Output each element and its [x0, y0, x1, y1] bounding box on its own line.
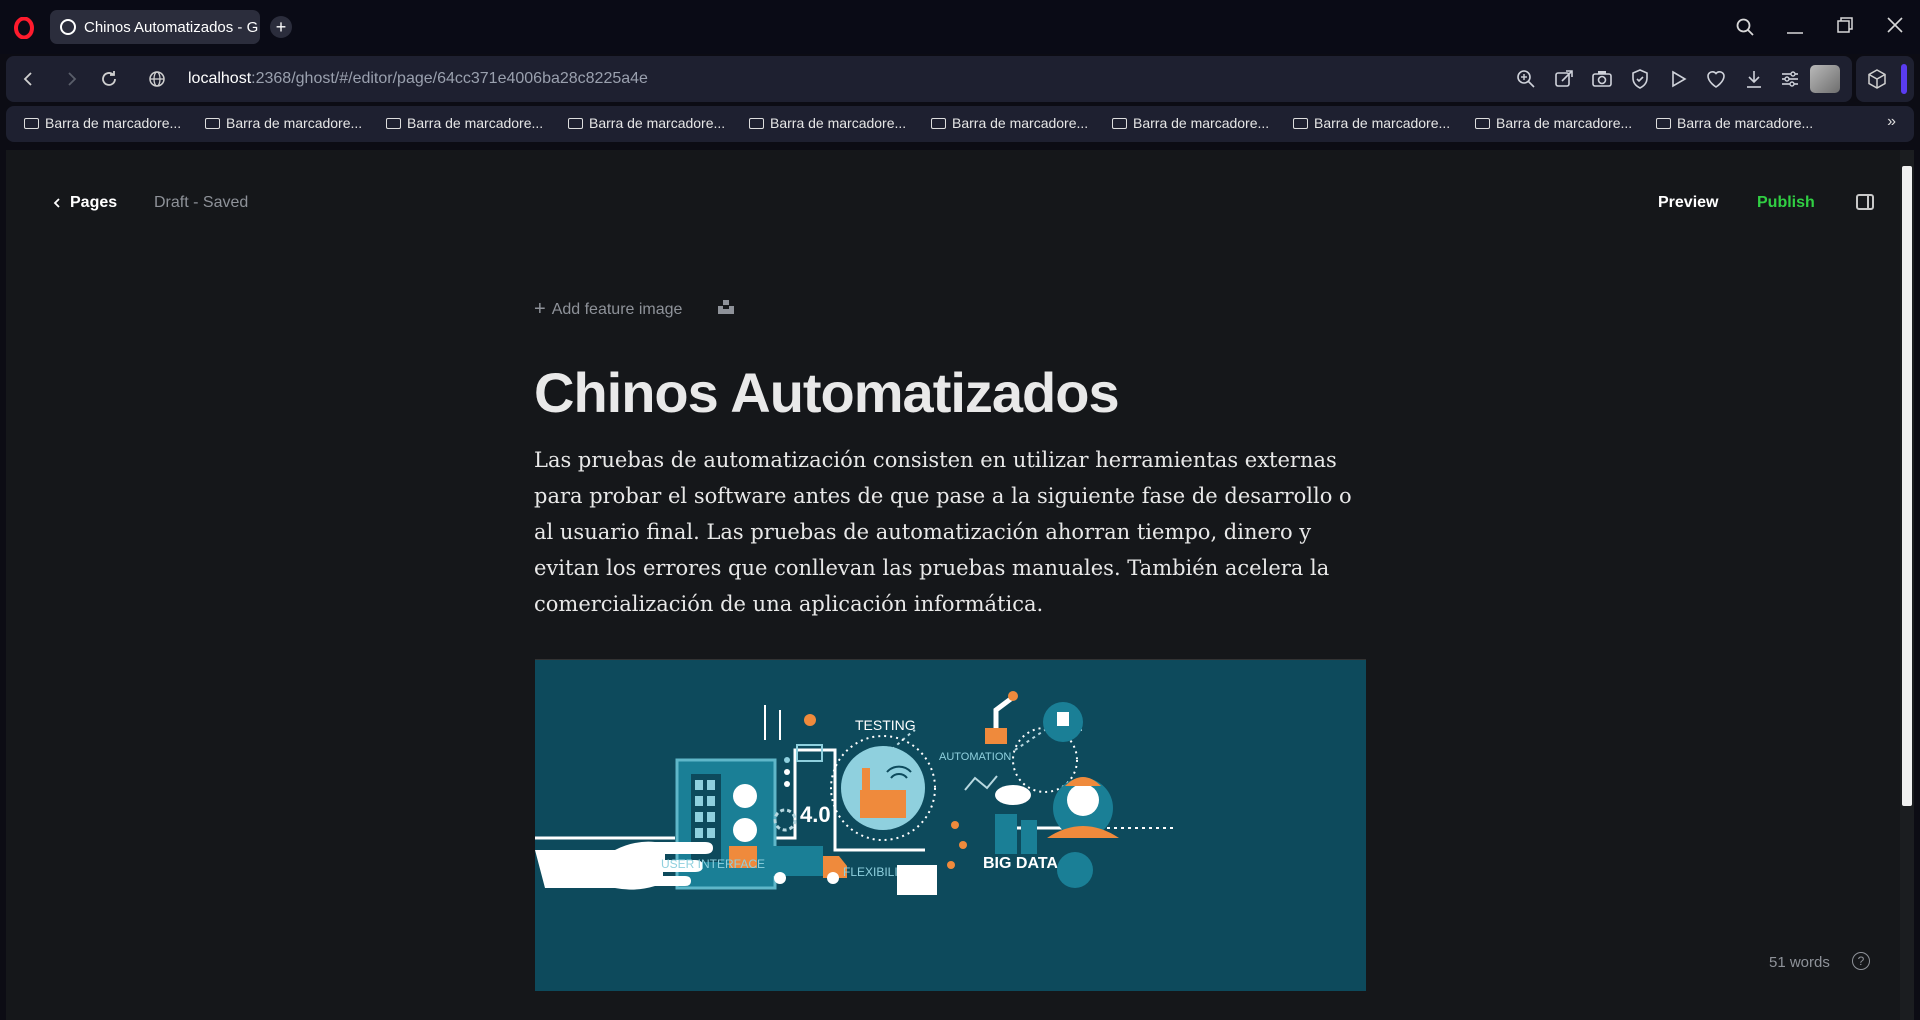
word-count: 51 words [1769, 954, 1830, 971]
bookmark-item[interactable]: Barra de marcadore... [386, 115, 543, 131]
bookmark-label: Barra de marcadore... [770, 115, 907, 131]
sidebar-indicator [1901, 64, 1907, 94]
industry-illustration-svg: 4.0 USER INTERFACE FLEXIBILITY TESTING A… [535, 660, 1366, 991]
ghost-editor: Pages Draft - Saved Preview Publish + Ad… [6, 150, 1914, 1020]
bookmark-item[interactable]: Barra de marcadore... [1112, 115, 1269, 131]
bookmarks-bar: » Barra de marcadore... Barra de marcador… [6, 106, 1914, 142]
publish-button[interactable]: Publish [1757, 194, 1815, 212]
bookmark-item[interactable]: Barra de marcadore... [931, 115, 1088, 131]
bookmark-label: Barra de marcadore... [45, 115, 182, 131]
bookmark-label: Barra de marcadore... [1314, 115, 1451, 131]
big-data-label: BIG DATA [983, 855, 1058, 872]
bookmark-label: Barra de marcadore... [952, 115, 1089, 131]
minimize-icon[interactable] [1786, 18, 1804, 36]
url-field[interactable]: localhost:2368/ghost/#/editor/page/64cc3… [188, 70, 648, 88]
bookmark-label: Barra de marcadore... [226, 115, 363, 131]
folder-icon [1293, 117, 1308, 129]
bookmark-label: Barra de marcadore... [1496, 115, 1633, 131]
folder-icon [386, 117, 401, 129]
restore-icon[interactable] [1836, 16, 1854, 34]
unsplash-icon[interactable] [718, 300, 734, 314]
url-path: :2368/ghost/#/editor/page/64cc371e4006ba… [251, 70, 648, 87]
avatar[interactable] [1810, 65, 1840, 93]
settings-panel-toggle-icon[interactable] [1856, 194, 1874, 210]
new-tab-button[interactable]: + [270, 16, 292, 38]
camera-icon[interactable] [1590, 67, 1614, 91]
search-icon[interactable] [1736, 18, 1754, 36]
bookmark-label: Barra de marcadore... [589, 115, 726, 131]
scrollbar[interactable] [1900, 150, 1914, 1020]
folder-icon [1656, 117, 1671, 129]
add-feature-image-label: Add feature image [551, 300, 683, 318]
bookmark-item[interactable]: Barra de marcadore... [1475, 115, 1632, 131]
help-icon[interactable]: ? [1852, 952, 1870, 970]
folder-icon [24, 117, 39, 129]
zoom-icon[interactable] [1514, 67, 1538, 91]
user-interface-label: USER INTERFACE [661, 857, 765, 871]
automation-illustration[interactable]: 4.0 USER INTERFACE FLEXIBILITY TESTING A… [535, 659, 1366, 991]
forward-icon[interactable] [62, 70, 80, 88]
settings-icon[interactable] [1778, 67, 1802, 91]
folder-icon [1475, 117, 1490, 129]
bookmark-label: Barra de marcadore... [1133, 115, 1270, 131]
testing-label: TESTING [855, 717, 916, 733]
post-body[interactable]: Las pruebas de automatización consisten … [534, 442, 1374, 622]
reload-icon[interactable] [100, 70, 118, 88]
opera-logo[interactable] [14, 17, 34, 39]
download-icon[interactable] [1742, 67, 1766, 91]
post-title[interactable]: Chinos Automatizados [534, 360, 1120, 425]
folder-icon [568, 117, 583, 129]
url-host: localhost [188, 70, 252, 87]
bookmark-label: Barra de marcadore... [1677, 115, 1814, 131]
scrollbar-thumb[interactable] [1902, 166, 1912, 806]
save-status: Draft - Saved [154, 194, 249, 211]
folder-icon [205, 117, 220, 129]
editor-header: Pages Draft - Saved Preview Publish [6, 150, 1900, 211]
bookmark-item[interactable]: Barra de marcadore... [24, 115, 181, 131]
bookmark-item[interactable]: Barra de marcadore... [568, 115, 725, 131]
bookmarks-overflow-icon[interactable]: » [1887, 113, 1896, 131]
close-icon[interactable] [1886, 16, 1904, 34]
industry-label: 4.0 [800, 802, 831, 827]
bookmark-item[interactable]: Barra de marcadore... [749, 115, 906, 131]
folder-icon [931, 117, 946, 129]
shield-icon[interactable] [1628, 67, 1652, 91]
share-icon[interactable] [1552, 67, 1576, 91]
globe-icon[interactable] [148, 70, 166, 88]
cube-icon[interactable] [1866, 68, 1888, 90]
back-to-pages-link[interactable]: Pages [52, 194, 117, 212]
tab-title: Chinos Automatizados - G [84, 18, 259, 36]
play-icon[interactable] [1666, 67, 1690, 91]
folder-icon [1112, 117, 1127, 129]
extensions-panel [1856, 56, 1914, 102]
active-tab[interactable]: Chinos Automatizados - G [50, 10, 260, 44]
plus-icon: + [534, 298, 546, 320]
folder-icon [749, 117, 764, 129]
address-bar: localhost:2368/ghost/#/editor/page/64cc3… [6, 56, 1852, 102]
tab-strip: Chinos Automatizados - G + [0, 0, 1920, 54]
automation-label: AUTOMATION [939, 751, 1011, 763]
add-feature-image-button[interactable]: + Add feature image [534, 298, 682, 321]
bookmark-label: Barra de marcadore... [407, 115, 544, 131]
ghost-favicon-icon [60, 19, 76, 35]
bookmark-item[interactable]: Barra de marcadore... [205, 115, 362, 131]
back-icon[interactable] [20, 70, 38, 88]
bookmark-item[interactable]: Barra de marcadore... [1656, 115, 1813, 131]
heart-icon[interactable] [1704, 67, 1728, 91]
chevron-left-icon [53, 198, 60, 208]
bookmark-item[interactable]: Barra de marcadore... [1293, 115, 1450, 131]
back-to-pages-label: Pages [70, 194, 118, 211]
preview-button[interactable]: Preview [1658, 194, 1718, 212]
